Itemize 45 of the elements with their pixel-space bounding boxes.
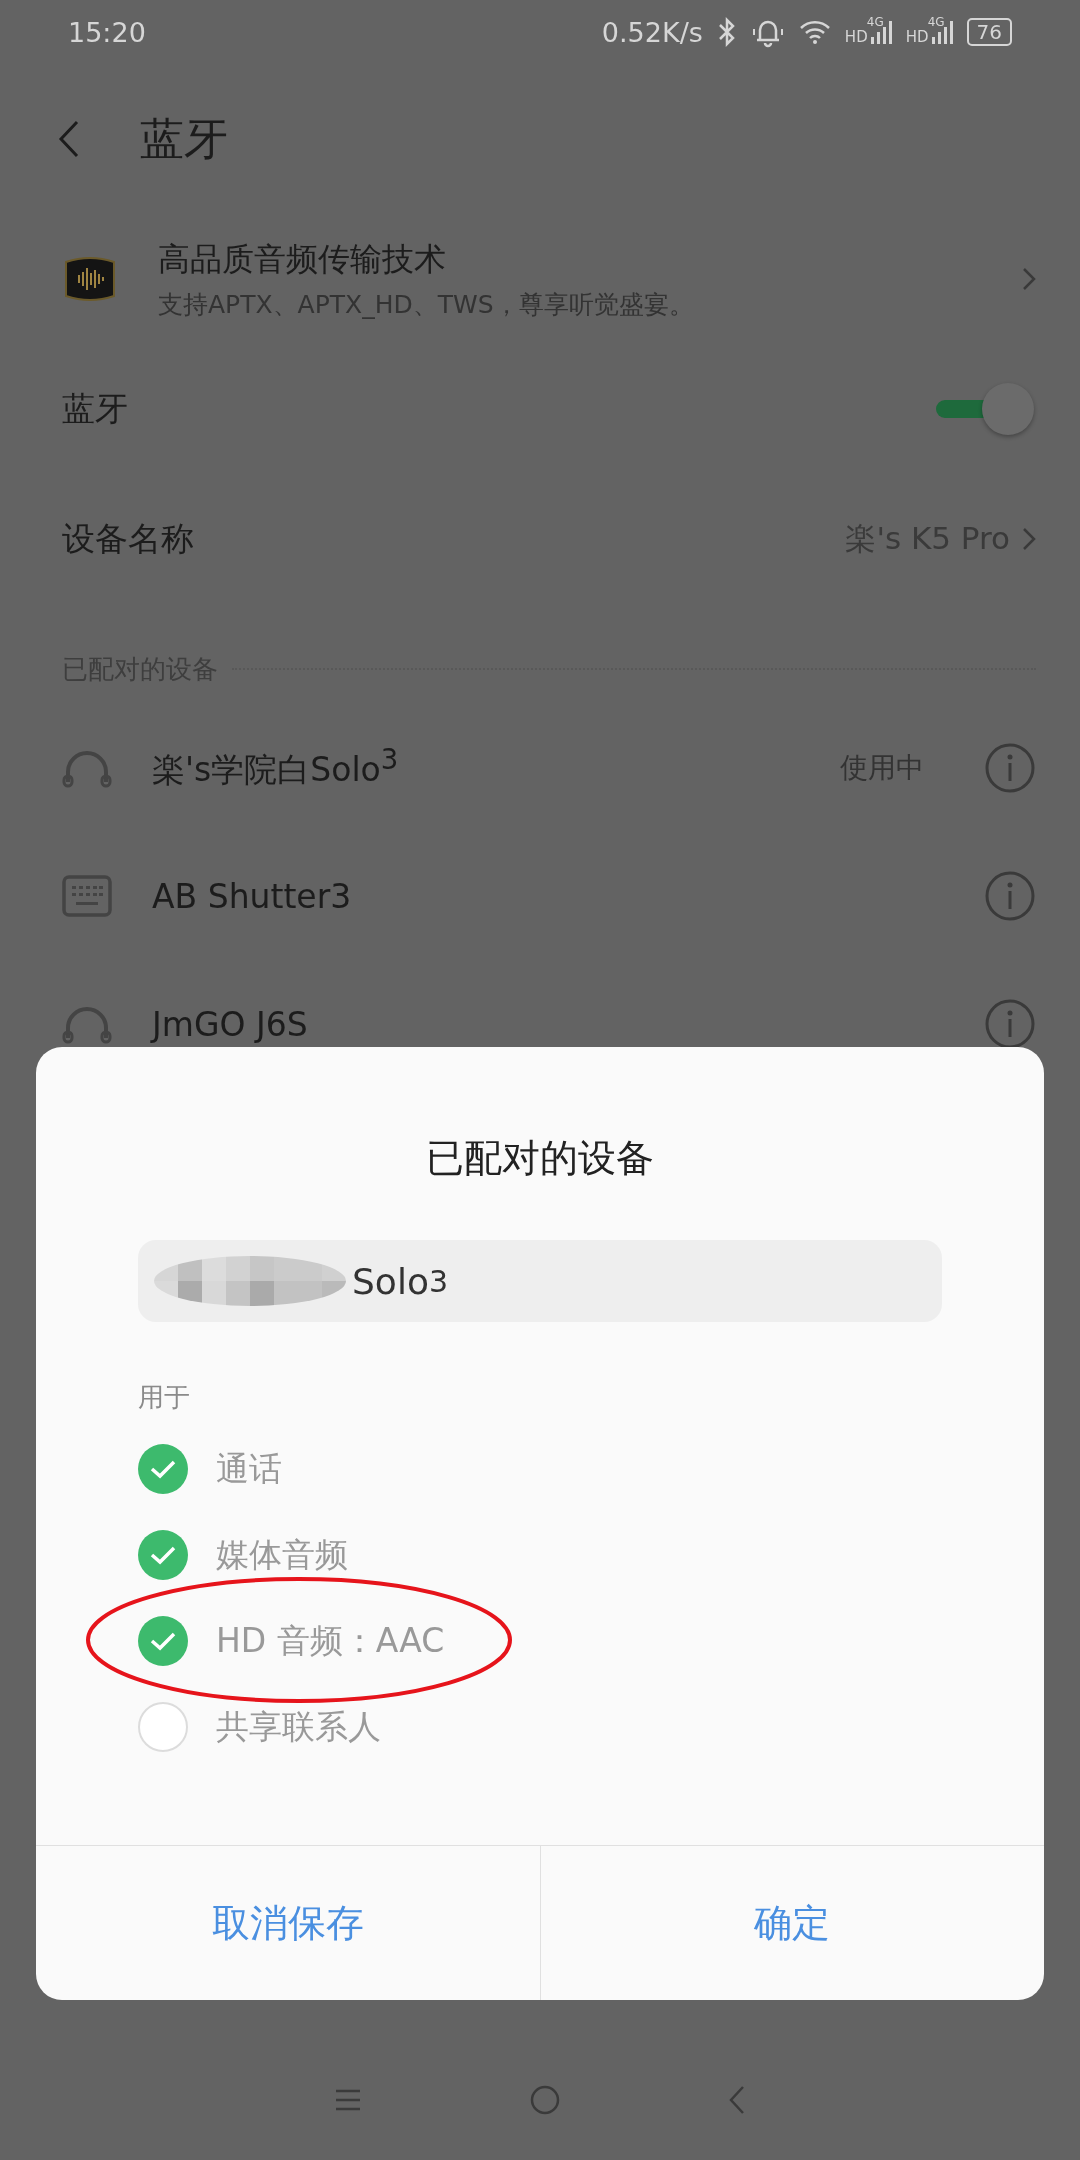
option-label: 通话 bbox=[216, 1447, 282, 1490]
section-label: 用于 bbox=[138, 1381, 190, 1414]
network-type: 4G bbox=[866, 15, 884, 29]
option-label: 媒体音频 bbox=[216, 1533, 348, 1576]
chevron-right-icon bbox=[1022, 527, 1036, 551]
page-title: 蓝牙 bbox=[140, 111, 228, 166]
checkbox[interactable] bbox=[138, 1530, 188, 1580]
device-name-label: 设备名称 bbox=[62, 517, 195, 560]
audio-wave-icon bbox=[62, 256, 118, 302]
device-name[interactable]: JmGO J6S bbox=[152, 1004, 944, 1044]
option-label: 共享联系人 bbox=[216, 1705, 381, 1748]
check-icon bbox=[150, 1545, 176, 1565]
bluetooth-toggle[interactable] bbox=[936, 381, 1036, 437]
hd-label: HD bbox=[844, 30, 868, 45]
option-label: HD 音频：AAC bbox=[216, 1619, 445, 1662]
status-time: 15:20 bbox=[68, 16, 146, 48]
dialog-button[interactable]: 取消保存 bbox=[36, 1846, 540, 2000]
home-icon[interactable] bbox=[529, 2084, 561, 2116]
headphones-icon bbox=[62, 748, 112, 788]
battery-indicator: 76 bbox=[966, 18, 1012, 46]
checkbox[interactable] bbox=[138, 1702, 188, 1752]
signal-icon bbox=[869, 19, 892, 45]
check-icon bbox=[150, 1631, 176, 1651]
network-speed: 0.52K/s bbox=[601, 16, 703, 48]
dialog-title: 已配对的设备 bbox=[426, 1135, 654, 1182]
back-nav-icon[interactable] bbox=[728, 2085, 747, 2115]
bluetooth-label: 蓝牙 bbox=[62, 387, 129, 430]
banner-title: 高品质音频传输技术 bbox=[158, 238, 447, 280]
checkbox[interactable] bbox=[138, 1616, 188, 1666]
chevron-right-icon bbox=[1022, 267, 1036, 291]
menu-icon[interactable] bbox=[333, 2088, 362, 2112]
device-name[interactable]: 楽's学院白Solo$^{3}$ bbox=[152, 743, 800, 793]
info-icon[interactable] bbox=[984, 998, 1036, 1050]
dialog-button[interactable]: 确定 bbox=[539, 1846, 1044, 2000]
check-icon bbox=[150, 1459, 176, 1479]
back-icon[interactable] bbox=[58, 120, 80, 158]
keyboard-icon bbox=[62, 875, 112, 917]
checkbox[interactable] bbox=[138, 1444, 188, 1494]
signal-icon bbox=[930, 19, 953, 45]
network-type: 4G bbox=[927, 15, 945, 29]
headphones-icon bbox=[62, 1004, 112, 1044]
wifi-icon bbox=[798, 19, 831, 45]
hd-label: HD bbox=[905, 30, 929, 45]
bluetooth-icon bbox=[716, 16, 737, 48]
device-name[interactable]: AB Shutter3 bbox=[152, 876, 944, 916]
